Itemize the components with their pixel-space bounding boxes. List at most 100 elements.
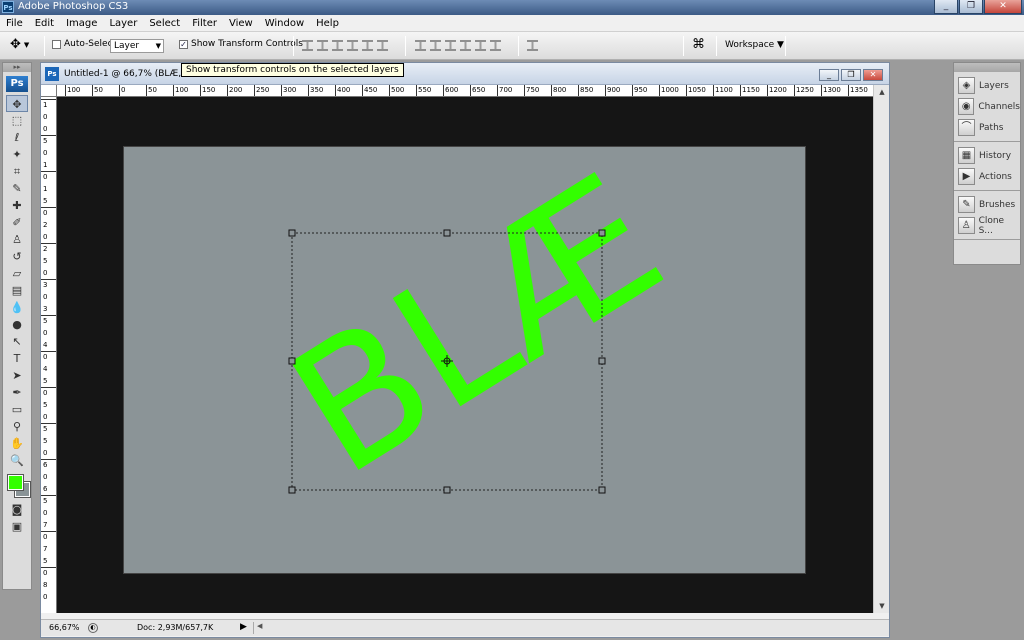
toolbox-ps-logo[interactable]: Ps [6, 76, 28, 92]
horizontal-ruler[interactable]: 100 50 0 50 100 150 200 250 300 350 400 450 500 550 60… [57, 85, 873, 97]
distribute-left-icon[interactable] [460, 40, 471, 51]
transform-handle-bottom-left[interactable] [288, 486, 296, 494]
menu-image[interactable]: Image [60, 18, 103, 29]
align-vertical-center-icon[interactable] [317, 40, 328, 51]
ruler-tick [362, 85, 363, 96]
zoom-preview-icon[interactable]: ◐ [88, 623, 98, 633]
clone-stamp-tool-icon[interactable]: ♙ [6, 231, 28, 248]
align-top-icon[interactable] [302, 40, 313, 51]
path-selection-tool-icon[interactable]: ↖ [6, 333, 28, 350]
history-brush-tool-icon[interactable]: ↺ [6, 248, 28, 265]
workspace-menu[interactable]: Workspace ▼ [725, 40, 784, 50]
document-title-bar[interactable]: Ps Untitled-1 @ 66,7% (BLÆ, RGB/8) _ ❐ ✕ [41, 63, 889, 85]
menu-layer[interactable]: Layer [103, 18, 143, 29]
horizontal-scrollbar[interactable]: ◀ [253, 622, 873, 634]
maximize-button[interactable]: ❐ [959, 0, 983, 14]
doc-minimize-button[interactable]: _ [819, 69, 839, 81]
auto-select-checkbox[interactable] [52, 39, 61, 49]
distribute-vertical-center-icon[interactable] [430, 40, 441, 51]
vertical-scrollbar[interactable]: ▲ ▼ [873, 85, 889, 613]
zoom-tool-icon[interactable]: 🔍 [6, 452, 28, 469]
align-right-icon[interactable] [377, 40, 388, 51]
crop-tool-icon[interactable]: ⌗ [6, 163, 28, 180]
close-button[interactable]: ✕ [984, 0, 1022, 14]
align-bottom-icon[interactable] [332, 40, 343, 51]
menu-help[interactable]: Help [310, 18, 345, 29]
direct-selection-tool-icon[interactable]: ➤ [6, 367, 28, 384]
move-tool-icon[interactable]: ✥ [6, 95, 28, 112]
gradient-tool-icon[interactable]: ▤ [6, 282, 28, 299]
ruler-label: 1100 [715, 86, 733, 94]
transform-handle-top-right[interactable] [598, 229, 606, 237]
text-layer-blae[interactable]: BLÆ [259, 147, 696, 515]
scroll-up-icon[interactable]: ▲ [874, 85, 890, 99]
menu-view[interactable]: View [223, 18, 259, 29]
ruler-tick [632, 85, 633, 96]
notes-tool-icon[interactable]: ▭ [6, 401, 28, 418]
show-transform-checkbox[interactable]: ✓ [179, 39, 188, 49]
ruler-label: 5 [43, 317, 48, 325]
zoom-level[interactable]: 66,67% [49, 623, 80, 632]
distribute-top-icon[interactable] [415, 40, 426, 51]
quick-mask-icon[interactable]: ◙ [6, 501, 28, 518]
tool-preset-picker[interactable]: ✥ ▼ [10, 37, 29, 52]
auto-select-target-select[interactable]: Layer [110, 39, 164, 53]
auto-align-buttons [527, 40, 538, 51]
distribute-right-icon[interactable] [490, 40, 501, 51]
type-tool-icon[interactable]: T [6, 350, 28, 367]
ruler-label: 0 [43, 413, 48, 421]
screen-mode-icon[interactable]: ▣ [6, 518, 28, 535]
distribute-bottom-icon[interactable] [445, 40, 456, 51]
blur-tool-icon[interactable]: 💧 [6, 299, 28, 316]
align-horizontal-center-icon[interactable] [362, 40, 373, 51]
panel-dock-grip[interactable] [954, 63, 1020, 72]
eraser-tool-icon[interactable]: ▱ [6, 265, 28, 282]
distribute-horizontal-center-icon[interactable] [475, 40, 486, 51]
pen-tool-icon[interactable]: ✒ [6, 384, 28, 401]
vertical-ruler[interactable]: 1 0 0 5 0 1 0 1 5 0 2 0 2 5 0 3 0 3 5 0 4 0 4 5 0 5 0 5 5 0 6 0 6 5 0 7 0 7 5 0… [41, 97, 57, 613]
foreground-color-swatch[interactable] [7, 474, 24, 491]
document-canvas[interactable]: BLÆ [123, 146, 806, 574]
magic-wand-tool-icon[interactable]: ✦ [6, 146, 28, 163]
panel-paths[interactable]: ⌒ Paths [954, 117, 1020, 138]
panel-actions[interactable]: ▶ Actions [954, 166, 1020, 187]
auto-align-layers-icon[interactable] [527, 40, 538, 51]
minimize-button[interactable]: _ [934, 0, 958, 14]
panel-history[interactable]: ▦ History [954, 145, 1020, 166]
transform-handle-top-center[interactable] [443, 229, 451, 237]
panel-brushes[interactable]: ✎ Brushes [954, 194, 1020, 215]
transform-handle-top-left[interactable] [288, 229, 296, 237]
toolbox-grip[interactable]: ▸▸ [3, 63, 31, 72]
transform-handle-middle-left[interactable] [288, 357, 296, 365]
menu-edit[interactable]: Edit [29, 18, 60, 29]
menu-window[interactable]: Window [259, 18, 310, 29]
menu-file[interactable]: File [0, 18, 29, 29]
healing-brush-tool-icon[interactable]: ✚ [6, 197, 28, 214]
panel-clone-source[interactable]: ♙ Clone S... [954, 215, 1020, 236]
transform-handle-bottom-right[interactable] [598, 486, 606, 494]
doc-close-button[interactable]: ✕ [863, 69, 883, 81]
menu-select[interactable]: Select [143, 18, 186, 29]
panel-channels[interactable]: ◉ Channels [954, 96, 1020, 117]
ruler-origin[interactable] [41, 85, 57, 97]
status-menu-arrow-icon[interactable]: ▶ [240, 622, 247, 632]
marquee-tool-icon[interactable]: ⬚ [6, 112, 28, 129]
ruler-tick [659, 85, 660, 96]
align-left-icon[interactable] [347, 40, 358, 51]
transform-handle-middle-right[interactable] [598, 357, 606, 365]
menu-filter[interactable]: Filter [186, 18, 223, 29]
transform-handle-bottom-center[interactable] [443, 486, 451, 494]
scroll-down-icon[interactable]: ▼ [874, 599, 890, 613]
bridge-button[interactable]: ⌘ [692, 37, 705, 52]
slice-tool-icon[interactable]: ✎ [6, 180, 28, 197]
lasso-tool-icon[interactable]: ℓ [6, 129, 28, 146]
panel-layers[interactable]: ◈ Layers [954, 75, 1020, 96]
eyedropper-tool-icon[interactable]: ⚲ [6, 418, 28, 435]
dodge-tool-icon[interactable]: ● [6, 316, 28, 333]
brush-tool-icon[interactable]: ✐ [6, 214, 28, 231]
ruler-label: 0 [43, 113, 48, 121]
ruler-label: 1 [43, 161, 48, 169]
hand-tool-icon[interactable]: ✋ [6, 435, 28, 452]
move-tool-icon: ✥ [10, 37, 21, 52]
doc-maximize-button[interactable]: ❐ [841, 69, 861, 81]
